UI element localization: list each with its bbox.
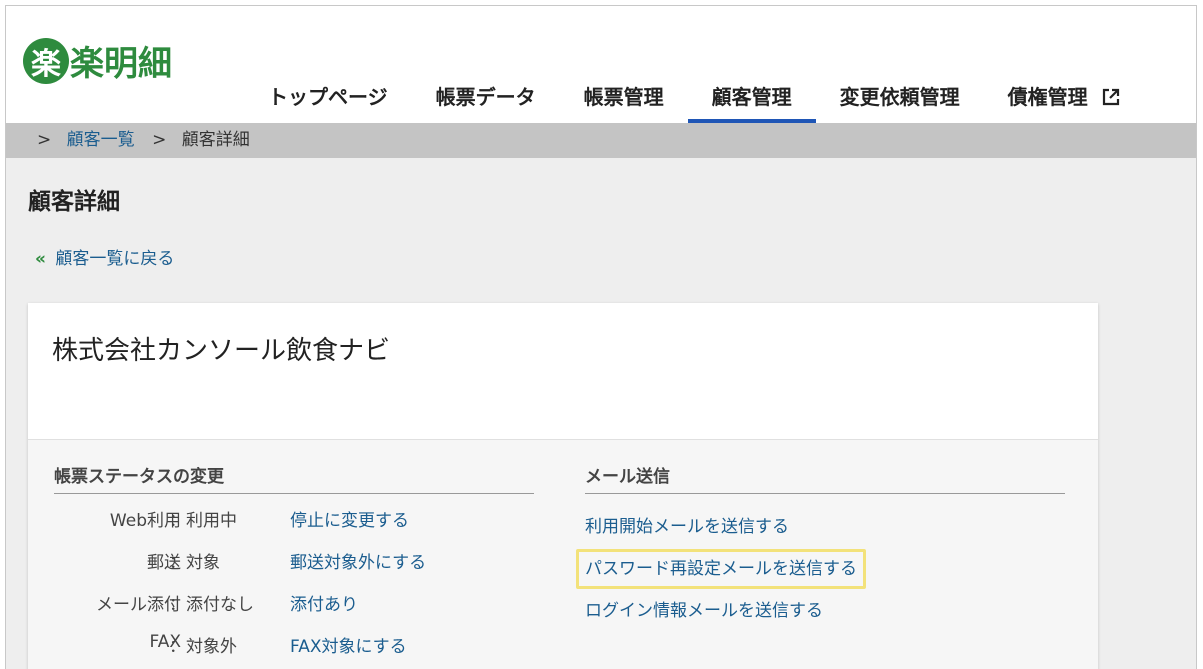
breadcrumb: > 顧客一覧 > 顧客詳細 [6, 123, 1196, 158]
back-to-list-link[interactable]: « 顧客一覧に戻る [35, 244, 174, 269]
mail-action-list: 利用開始メールを送信する パスワード再設定メールを送信する ログイン情報メールを… [576, 506, 1065, 632]
status-value: ：対象外 [169, 637, 237, 657]
status-change-section: 帳票ステータスの変更 Web利用 ：利用中 停止に変更する 郵送 ：対象 郵送対… [54, 462, 534, 662]
status-row-fax: FAX ：対象外 FAX対象にする [54, 620, 534, 662]
nav-item-label: 変更依頼管理 [839, 85, 960, 109]
status-action-link[interactable]: 郵送対象外にする [290, 548, 426, 573]
status-action-link[interactable]: 停止に変更する [290, 506, 409, 531]
send-login-info-mail-link[interactable]: ログイン情報メールを送信する [585, 590, 1065, 632]
customer-detail-card: 株式会社カンソール飲食ナビ 帳票ステータスの変更 Web利用 ：利用中 停止に変… [28, 303, 1098, 669]
nav-item-form-data[interactable]: 帳票データ [412, 80, 560, 123]
status-value: ：利用中 [169, 511, 237, 531]
nav-item-label: トップページ [268, 85, 388, 109]
card-actions-panel: 帳票ステータスの変更 Web利用 ：利用中 停止に変更する 郵送 ：対象 郵送対… [28, 439, 1098, 669]
page-title: 顧客詳細 [28, 189, 120, 215]
status-action-link[interactable]: FAX対象にする [290, 632, 407, 657]
header: 楽 楽明細 トップページ 帳票データ 帳票管理 顧客管理 変更依頼管理 債権管理 [6, 6, 1196, 123]
status-action-link[interactable]: 添付あり [290, 590, 358, 615]
send-start-mail-link[interactable]: 利用開始メールを送信する [585, 506, 1065, 548]
nav-item-receivables[interactable]: 債権管理 [984, 80, 1145, 123]
section-title: メール送信 [585, 462, 1065, 494]
double-chevron-left-icon: « [35, 249, 46, 269]
mail-action-label: 利用開始メールを送信する [585, 517, 789, 537]
status-row-web: Web利用 ：利用中 停止に変更する [54, 494, 534, 536]
status-row-mail: 郵送 ：対象 郵送対象外にする [54, 536, 534, 578]
logo[interactable]: 楽 楽明細 [23, 36, 172, 85]
logo-text: 楽明細 [70, 44, 172, 84]
section-title: 帳票ステータスの変更 [54, 462, 534, 494]
nav-item-form-management[interactable]: 帳票管理 [560, 80, 688, 123]
send-password-reset-mail-link[interactable]: パスワード再設定メールを送信する [576, 548, 1065, 590]
breadcrumb-current: 顧客詳細 [181, 130, 250, 150]
breadcrumb-link-customer-list[interactable]: 顧客一覧 [67, 130, 135, 150]
nav-item-label: 帳票データ [435, 85, 536, 109]
nav-item-top[interactable]: トップページ [244, 80, 412, 123]
company-name: 株式会社カンソール飲食ナビ [52, 336, 391, 366]
mail-action-label: ログイン情報メールを送信する [585, 601, 823, 621]
status-value: ：対象 [169, 553, 220, 573]
nav-item-change-requests[interactable]: 変更依頼管理 [816, 80, 984, 123]
breadcrumb-separator: > [37, 130, 52, 150]
nav-item-label: 帳票管理 [583, 85, 664, 109]
mail-action-label: パスワード再設定メールを送信する [576, 549, 866, 589]
nav-item-label: 顧客管理 [711, 85, 792, 109]
status-row-email-attachment: メール添付 ：添付なし 添付あり [54, 578, 534, 620]
main-nav: トップページ 帳票データ 帳票管理 顧客管理 変更依頼管理 債権管理 [244, 80, 1145, 123]
nav-item-customer-management[interactable]: 顧客管理 [687, 80, 816, 123]
external-link-icon [1102, 88, 1119, 106]
app-window: 楽 楽明細 トップページ 帳票データ 帳票管理 顧客管理 変更依頼管理 債権管理 [5, 5, 1197, 669]
back-link-label: 顧客一覧に戻る [55, 249, 175, 269]
mail-send-section: メール送信 利用開始メールを送信する パスワード再設定メールを送信する ログイン… [576, 462, 1065, 632]
nav-item-label: 債権管理 [1007, 85, 1088, 109]
breadcrumb-separator: > [152, 130, 167, 150]
logo-mark-icon: 楽 [23, 37, 69, 84]
status-value: ：添付なし [169, 595, 254, 615]
